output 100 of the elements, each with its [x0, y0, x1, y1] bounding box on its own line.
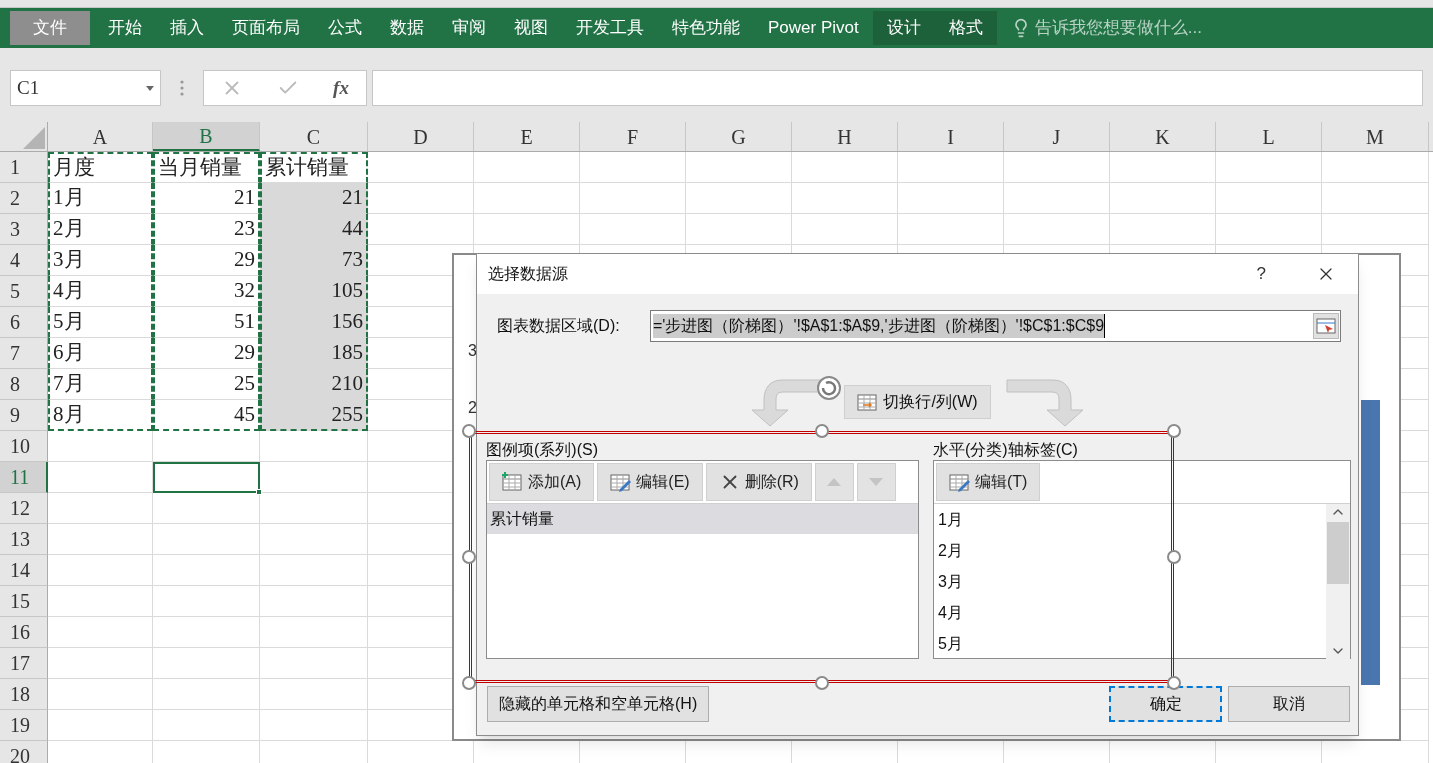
- axis-label-item[interactable]: 2月: [934, 535, 1326, 566]
- row-header[interactable]: 10: [0, 431, 48, 462]
- column-header[interactable]: K: [1110, 122, 1216, 151]
- data-range-field[interactable]: ='步进图（阶梯图）'!$A$1:$A$9,'步进图（阶梯图）'!$C$1:$C$9: [650, 310, 1341, 342]
- axis-label-item[interactable]: 1月: [934, 504, 1326, 535]
- dropdown-caret-icon[interactable]: [146, 85, 154, 91]
- row-header[interactable]: 1: [0, 152, 48, 183]
- column-header[interactable]: I: [898, 122, 1004, 151]
- axis-label-item[interactable]: 5月: [934, 628, 1326, 659]
- ribbon-tab[interactable]: 审阅: [438, 11, 500, 45]
- column-header[interactable]: H: [792, 122, 898, 151]
- row-header[interactable]: 12: [0, 493, 48, 524]
- edit-button[interactable]: 编辑(T): [936, 463, 1041, 501]
- row-header[interactable]: 16: [0, 617, 48, 648]
- fill-handle[interactable]: [256, 489, 262, 495]
- axis-tick-label: 2: [468, 398, 477, 418]
- ok-button[interactable]: 确定: [1109, 686, 1222, 722]
- series-label: 图例项(系列)(S): [486, 440, 599, 460]
- scroll-thumb[interactable]: [1327, 522, 1349, 584]
- axis-labels-label: 水平(分类)轴标签(C): [933, 440, 1079, 460]
- table-cell: 2月: [48, 214, 153, 245]
- ribbon-tab[interactable]: 开始: [94, 11, 156, 45]
- table-cell: 185: [260, 338, 368, 369]
- table-cell: 月度: [48, 152, 153, 183]
- row-header[interactable]: 8: [0, 369, 48, 400]
- column-header[interactable]: C: [260, 122, 368, 151]
- table-cell: 73: [260, 245, 368, 276]
- hidden-cells-button[interactable]: 隐藏的单元格和空单元格(H): [487, 686, 710, 722]
- axis-labels-list[interactable]: 编辑(T) 1月 2月 3月 4月 5月: [933, 460, 1351, 659]
- column-header[interactable]: B: [153, 122, 260, 151]
- row-header[interactable]: 13: [0, 524, 48, 555]
- edit-button[interactable]: 编辑(E): [597, 463, 703, 501]
- table-cell: 6月: [48, 338, 153, 369]
- help-button[interactable]: ?: [1256, 261, 1266, 287]
- ribbon-tab[interactable]: 视图: [500, 11, 562, 45]
- ribbon-tab[interactable]: 特色功能: [658, 11, 754, 45]
- table-cell: 1月: [48, 183, 153, 214]
- drag-handle-icon: [180, 80, 184, 96]
- row-header[interactable]: 3: [0, 214, 48, 245]
- tell-me-field[interactable]: 告诉我您想要做什么...: [1010, 15, 1202, 41]
- row-header[interactable]: 6: [0, 307, 48, 338]
- dialog-title: 选择数据源: [488, 264, 568, 284]
- insert-function-button[interactable]: fx: [333, 73, 349, 103]
- series-item[interactable]: 累计销量: [487, 504, 918, 534]
- ribbon-tab[interactable]: 页面布局: [218, 11, 314, 45]
- row-header[interactable]: 14: [0, 555, 48, 586]
- series-list[interactable]: 添加(A) 编辑(E) 删除(R) 累计销量: [486, 460, 919, 659]
- row-header[interactable]: 9: [0, 400, 48, 431]
- resize-handle[interactable]: [462, 550, 476, 564]
- refresh-icon: [816, 375, 843, 401]
- formula-field[interactable]: [372, 70, 1423, 106]
- axis-label-item[interactable]: 4月: [934, 597, 1326, 628]
- row-header[interactable]: 5: [0, 276, 48, 307]
- row-header[interactable]: 7: [0, 338, 48, 369]
- collapse-dialog-icon[interactable]: [1313, 313, 1339, 339]
- ribbon-tab[interactable]: Power Pivot: [754, 11, 873, 45]
- table-cell: 105: [260, 276, 368, 307]
- row-header[interactable]: 2: [0, 183, 48, 214]
- axis-label-item[interactable]: 3月: [934, 566, 1326, 597]
- up-arrow-icon: [827, 478, 842, 486]
- chart-area[interactable]: 3 2 选择数据源 ? 图表数据区域(D): ='步进图（阶梯图）'!$A$1:$A$9,'步进图（阶梯图）'!$C$1:$C$9 切换行/列(W) 图例项(系列)(S) 添加(A) 编辑(E) 删除(R) 累计销量 水平(分类)轴标签(C) 编辑(T) 1月 2月 3月 4月 5月 隐藏的单元格和空单元格(H) 确定 取消: [452, 253, 1401, 741]
- row-header[interactable]: 17: [0, 648, 48, 679]
- column-header[interactable]: F: [580, 122, 686, 151]
- table-cell: 5月: [48, 307, 153, 338]
- table-cell: 210: [260, 369, 368, 400]
- column-header[interactable]: D: [368, 122, 474, 151]
- table-cell: 44: [260, 214, 368, 245]
- table-cell: 4月: [48, 276, 153, 307]
- column-header[interactable]: G: [686, 122, 792, 151]
- column-header[interactable]: E: [474, 122, 580, 151]
- switch-table-icon: [857, 392, 880, 412]
- name-box[interactable]: C1: [10, 70, 161, 106]
- table-cell: 3月: [48, 245, 153, 276]
- scrollbar[interactable]: [1326, 504, 1350, 659]
- row-header[interactable]: 19: [0, 710, 48, 741]
- table-cell: 8月: [48, 400, 153, 431]
- ribbon-tab[interactable]: 插入: [156, 11, 218, 45]
- edit-table-icon: [610, 472, 633, 492]
- row-header[interactable]: 20: [0, 741, 48, 763]
- ribbon-tab[interactable]: 数据: [376, 11, 438, 45]
- ribbon-tab[interactable]: 公式: [314, 11, 376, 45]
- resize-handle[interactable]: [462, 676, 476, 690]
- table-cell: 255: [260, 400, 368, 431]
- data-range-label: 图表数据区域(D):: [497, 316, 621, 336]
- row-header[interactable]: 4: [0, 245, 48, 276]
- column-header[interactable]: L: [1216, 122, 1322, 151]
- column-header[interactable]: J: [1004, 122, 1110, 151]
- cancel-button[interactable]: 取消: [1228, 686, 1350, 722]
- delete-button[interactable]: 删除(R): [705, 463, 812, 501]
- ribbon-tab[interactable]: 格式: [934, 11, 997, 45]
- add-button[interactable]: 添加(A): [489, 463, 595, 501]
- row-header[interactable]: 15: [0, 586, 48, 617]
- row-header[interactable]: 18: [0, 679, 48, 710]
- ribbon-tab[interactable]: 设计: [872, 11, 935, 45]
- column-header[interactable]: M: [1322, 122, 1429, 151]
- resize-handle[interactable]: [462, 424, 476, 438]
- row-header[interactable]: 11: [0, 462, 48, 493]
- edit-table-icon: [949, 472, 971, 492]
- switch-row-column-button[interactable]: 切换行/列(W): [844, 385, 991, 419]
- ribbon-tab[interactable]: 开发工具: [562, 11, 658, 45]
